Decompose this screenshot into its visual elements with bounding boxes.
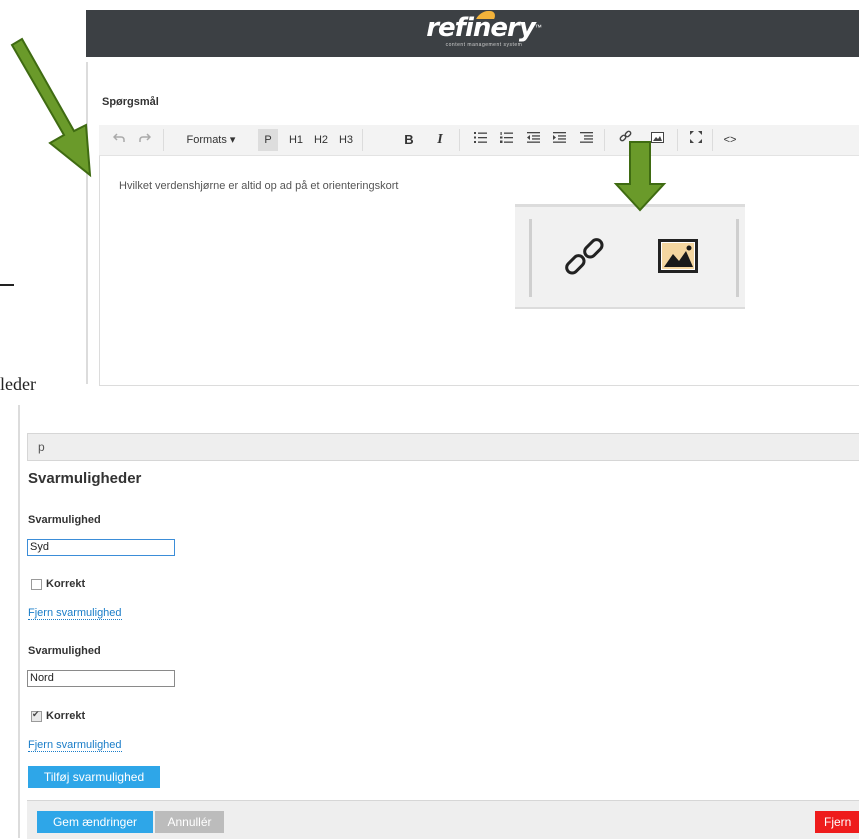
element-path-bar: p (27, 433, 859, 461)
link-icon (563, 237, 607, 286)
indent-icon[interactable] (550, 129, 568, 151)
fullscreen-icon[interactable] (687, 129, 705, 151)
numbered-list-icon[interactable] (497, 129, 515, 151)
pointer-arrow-icon (10, 37, 92, 178)
refinery-logo: refinery™ content management system (424, 11, 544, 54)
answer-label: Svarmulighed (28, 514, 101, 526)
toolbar-separator (459, 129, 460, 151)
align-icon[interactable] (577, 129, 595, 151)
answers-section-title: Svarmuligheder (28, 470, 142, 487)
toolbar-separator (362, 129, 363, 151)
crop-line (0, 284, 14, 286)
toolbar-separator (604, 129, 605, 151)
zoom-separator (529, 219, 532, 297)
save-button[interactable]: Gem ændringer (37, 811, 153, 833)
heading1-button[interactable]: H1 (285, 129, 307, 151)
toolbar-separator (677, 129, 678, 151)
heading3-button[interactable]: H3 (335, 129, 357, 151)
cancel-button[interactable]: Annullér (155, 811, 224, 833)
add-answer-button[interactable]: Tilføj svarmulighed (28, 766, 160, 788)
remove-answer-link[interactable]: Fjern svarmulighed (28, 739, 122, 752)
undo-icon[interactable] (111, 129, 127, 151)
correct-label: Korrekt (46, 578, 86, 590)
toolbar-separator (163, 129, 164, 151)
editor-content[interactable]: Hvilket verdenshjørne er altid op ad på … (119, 180, 398, 192)
heading2-button[interactable]: H2 (310, 129, 332, 151)
logo-tm: ™ (534, 24, 542, 32)
toolbar-separator (712, 129, 713, 151)
answer-label: Svarmulighed (28, 645, 101, 657)
correct-checkbox[interactable] (31, 709, 42, 722)
paragraph-button[interactable]: P (258, 129, 278, 151)
source-code-button[interactable]: <> (721, 129, 739, 151)
rich-text-editor[interactable] (99, 125, 859, 386)
correct-checkbox[interactable] (31, 579, 42, 590)
bullet-list-icon[interactable] (471, 129, 489, 151)
bold-button[interactable]: B (401, 129, 417, 151)
correct-label: Korrekt (46, 710, 86, 722)
remove-answer-link[interactable]: Fjern svarmulighed (28, 607, 122, 620)
delete-button[interactable]: Fjern (815, 811, 859, 833)
zoom-separator (736, 219, 739, 297)
screenshot-border (18, 405, 20, 838)
italic-button[interactable]: I (432, 129, 448, 151)
formats-dropdown[interactable]: Formats ▾ (176, 129, 246, 151)
cropped-text: leder (0, 374, 36, 394)
element-path: p (38, 440, 45, 454)
editor-toolbar: Formats ▾ P H1 H2 H3 B I <> (99, 125, 859, 156)
toolbar-zoom-callout (515, 204, 745, 309)
answer-input[interactable]: Nord (27, 670, 175, 687)
answer-input[interactable]: Syd (27, 539, 175, 556)
pointer-arrow-icon (613, 141, 667, 212)
question-label: Spørgsmål (102, 96, 159, 108)
outdent-icon[interactable] (524, 129, 542, 151)
redo-icon[interactable] (137, 129, 153, 151)
image-icon (658, 239, 698, 278)
